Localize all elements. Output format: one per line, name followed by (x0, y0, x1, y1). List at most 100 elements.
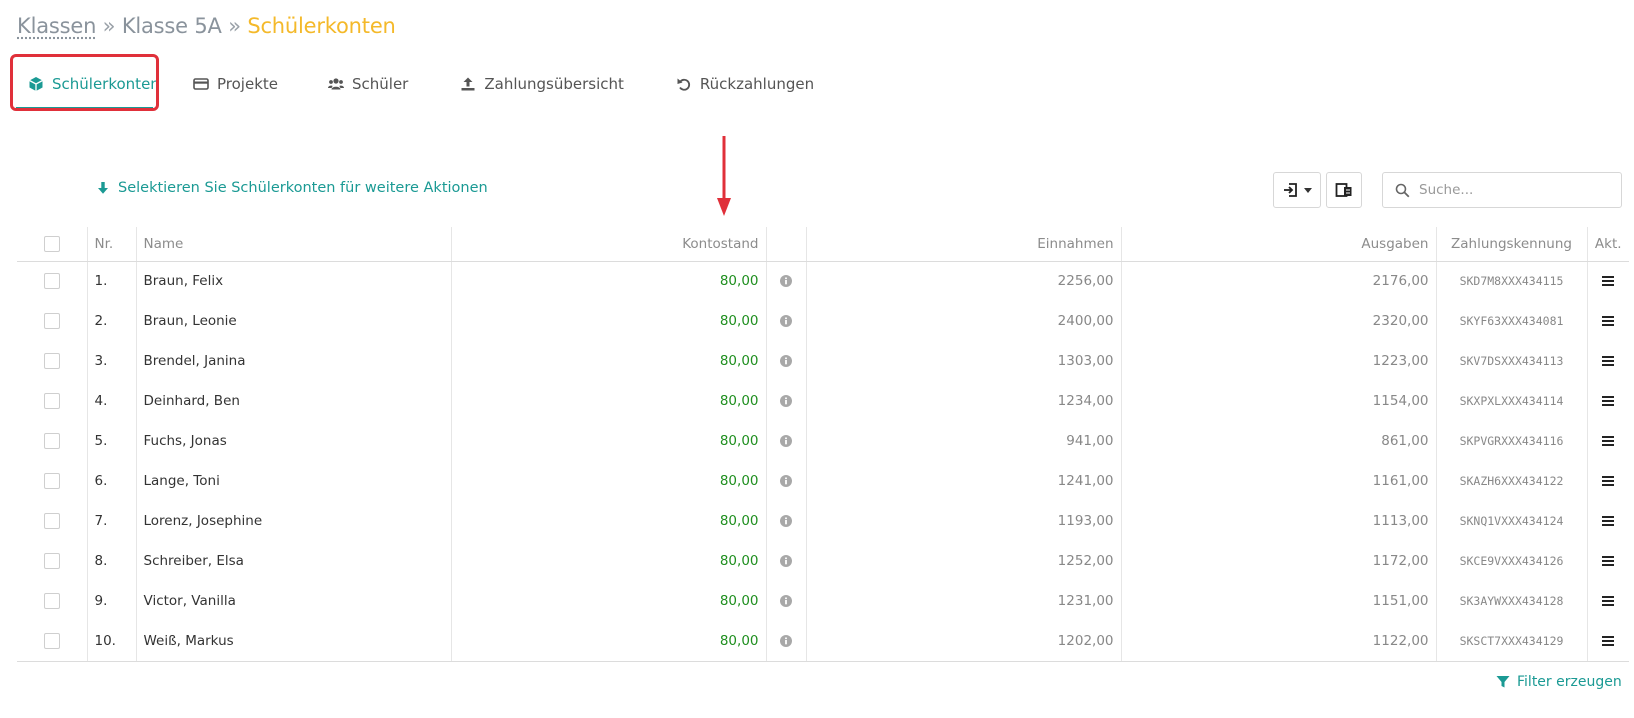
tab-label: Rückzahlungen (699, 75, 815, 93)
menu-icon[interactable] (1602, 556, 1615, 566)
info-icon[interactable] (780, 435, 792, 447)
table-row[interactable]: 7. Lorenz, Josephine 80,00 1193,00 1113,00 SK… (17, 501, 1629, 541)
column-header-ausgaben[interactable]: Ausgaben (1120, 227, 1436, 262)
row-name: Braun, Leonie (135, 301, 451, 341)
search-input[interactable] (1419, 182, 1609, 198)
row-checkbox[interactable] (43, 632, 60, 649)
row-zahlungskennung: SKCE9VXXX434126 (1435, 541, 1587, 581)
annotation-arrow-icon (717, 136, 731, 216)
row-checkbox[interactable] (43, 433, 60, 449)
row-select-cell (17, 341, 87, 381)
info-icon[interactable] (780, 355, 792, 367)
row-einnahmen: 1303,00 (805, 341, 1121, 381)
column-header-einnahmen[interactable]: Einnahmen (805, 227, 1121, 262)
breadcrumb-klasse: Klasse 5A (121, 14, 222, 38)
row-einnahmen: 1202,00 (805, 621, 1121, 662)
row-actions-cell (1586, 261, 1629, 301)
tab-rueckzahlungen[interactable]: Rückzahlungen (624, 58, 814, 110)
column-header-nr[interactable]: Nr. (86, 227, 136, 262)
tab-label: Schüler (352, 75, 409, 93)
selection-hint[interactable]: Selektieren Sie Schülerkonten für weiter… (96, 180, 488, 196)
menu-icon[interactable] (1602, 476, 1615, 486)
row-actions-cell (1586, 381, 1629, 421)
breadcrumb-current-page: Schülerkonten (247, 14, 396, 38)
menu-icon[interactable] (1602, 436, 1615, 446)
breadcrumb-klassen-link[interactable]: Klassen (17, 14, 96, 38)
table-row[interactable]: 1. Braun, Felix 80,00 2256,00 2176,00 SKD7M8X… (17, 261, 1629, 301)
chevron-down-icon (1304, 187, 1312, 193)
row-kontostand: 80,00 (450, 421, 766, 461)
row-checkbox[interactable] (43, 313, 60, 329)
row-checkbox[interactable] (43, 593, 60, 609)
row-ausgaben: 861,00 (1120, 421, 1436, 461)
table-row[interactable]: 9. Victor, Vanilla 80,00 1231,00 1151,00 SK3A… (17, 581, 1629, 621)
row-info-cell (765, 581, 806, 621)
row-info-cell (765, 621, 806, 662)
info-icon[interactable] (780, 634, 792, 647)
tab-projekte[interactable]: Projekte (153, 58, 278, 110)
row-ausgaben: 2320,00 (1120, 301, 1436, 341)
row-name: Brendel, Janina (135, 341, 451, 381)
info-icon[interactable] (780, 395, 792, 407)
info-icon[interactable] (780, 315, 792, 327)
row-checkbox[interactable] (43, 273, 60, 290)
export-dropdown-button[interactable] (1273, 172, 1321, 208)
menu-icon[interactable] (1602, 276, 1615, 287)
row-ausgaben: 1172,00 (1120, 541, 1436, 581)
table-row[interactable]: 5. Fuchs, Jonas 80,00 941,00 861,00 SKPVGRXXX… (17, 421, 1629, 461)
row-zahlungskennung: SKXPXLXXX434114 (1435, 381, 1587, 421)
row-kontostand: 80,00 (450, 541, 766, 581)
row-kontostand: 80,00 (450, 501, 766, 541)
row-kontostand: 80,00 (450, 461, 766, 501)
row-checkbox[interactable] (43, 393, 60, 409)
info-icon[interactable] (780, 475, 792, 487)
row-checkbox[interactable] (43, 553, 60, 569)
row-einnahmen: 2400,00 (805, 301, 1121, 341)
search-icon (1395, 183, 1410, 197)
row-select-cell (17, 381, 87, 421)
menu-icon[interactable] (1602, 596, 1615, 606)
row-actions-cell (1586, 581, 1629, 621)
tab-label: Projekte (217, 75, 278, 93)
info-icon[interactable] (780, 555, 792, 567)
menu-icon[interactable] (1602, 396, 1615, 406)
tab-zahlungsuebersicht[interactable]: Zahlungsübersicht (408, 58, 624, 110)
row-actions-cell (1586, 621, 1629, 662)
table-header-row: Nr. Name Kontostand Einnahmen Ausgaben Z… (17, 227, 1629, 262)
table-row[interactable]: 8. Schreiber, Elsa 80,00 1252,00 1172,00 SKCE… (17, 541, 1629, 581)
column-header-name[interactable]: Name (135, 227, 451, 262)
menu-icon[interactable] (1602, 516, 1615, 526)
menu-icon[interactable] (1602, 635, 1615, 646)
menu-icon[interactable] (1602, 316, 1615, 326)
breadcrumb-separator: » (102, 14, 116, 38)
info-icon[interactable] (780, 515, 792, 527)
filter-icon (1496, 676, 1510, 688)
row-actions-cell (1586, 341, 1629, 381)
select-all-checkbox[interactable] (43, 235, 60, 252)
row-select-cell (17, 541, 87, 581)
row-checkbox[interactable] (43, 473, 60, 489)
tab-schueler[interactable]: Schüler (278, 58, 408, 110)
row-checkbox[interactable] (43, 353, 60, 369)
row-zahlungskennung: SK3AYWXXX434128 (1435, 581, 1587, 621)
breadcrumb-separator: » (228, 14, 241, 38)
table-row[interactable]: 3. Brendel, Janina 80,00 1303,00 1223,00 SKV7… (17, 341, 1629, 381)
menu-icon[interactable] (1602, 356, 1615, 366)
info-icon[interactable] (780, 595, 792, 607)
table-row[interactable]: 6. Lange, Toni 80,00 1241,00 1161,00 SKAZH6XX… (17, 461, 1629, 501)
row-info-cell (765, 421, 806, 461)
row-checkbox[interactable] (43, 513, 60, 529)
tab-schuelerkonten[interactable]: Schülerkonten (16, 58, 160, 110)
column-toggle-button[interactable] (1326, 172, 1362, 208)
row-zahlungskennung: SKV7DSXXX434113 (1435, 341, 1587, 381)
info-icon[interactable] (780, 275, 792, 288)
filter-create-link[interactable]: Filter erzeugen (1496, 674, 1622, 690)
tab-label: Zahlungsübersicht (484, 75, 624, 93)
table-row[interactable]: 10. Weiß, Markus 80,00 1202,00 1122,00 SKSCT7… (17, 621, 1629, 662)
column-header-kontostand[interactable]: Kontostand (450, 227, 766, 262)
table-row[interactable]: 2. Braun, Leonie 80,00 2400,00 2320,00 SKYF63… (17, 301, 1629, 341)
table-row[interactable]: 4. Deinhard, Ben 80,00 1234,00 1154,00 SKXPXL… (17, 381, 1629, 421)
row-einnahmen: 1193,00 (805, 501, 1121, 541)
tab-label: Schülerkonten (52, 75, 160, 93)
column-header-zahlungskennung[interactable]: Zahlungskennung (1435, 227, 1587, 262)
